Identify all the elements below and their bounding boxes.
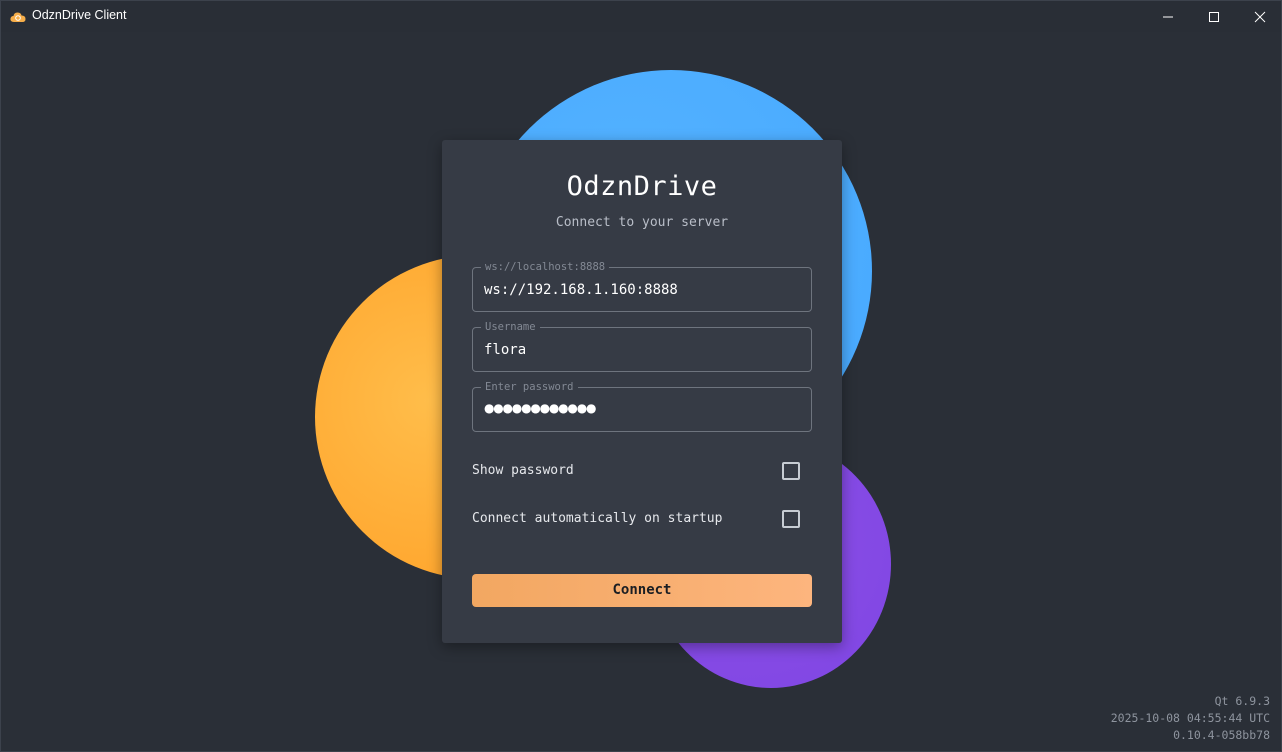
connect-button[interactable]: Connect <box>472 574 812 607</box>
show-password-label: Show password <box>472 463 574 478</box>
password-input[interactable]: ●●●●●●●●●●●● <box>484 401 596 415</box>
auto-connect-checkbox[interactable] <box>782 510 800 528</box>
username-field[interactable]: Username <box>472 320 812 372</box>
username-input[interactable] <box>484 340 802 360</box>
server-url-field[interactable]: ws://localhost:8888 <box>472 260 812 312</box>
minimize-icon <box>1163 16 1173 17</box>
username-label: Username <box>481 320 540 334</box>
login-title: OdznDrive <box>566 171 718 202</box>
server-url-label: ws://localhost:8888 <box>481 260 610 274</box>
show-password-checkbox[interactable] <box>782 462 800 480</box>
password-field[interactable]: Enter password ●●●●●●●●●●●● <box>472 380 812 432</box>
maximize-button[interactable] <box>1191 1 1237 32</box>
build-date-text: 2025-10-08 04:55:44 UTC <box>1110 711 1270 725</box>
maximize-icon <box>1209 11 1219 22</box>
cloud-icon <box>10 9 26 23</box>
window-title: OdznDrive Client <box>32 8 127 22</box>
auto-connect-label: Connect automatically on startup <box>472 511 723 526</box>
qt-version-text: Qt 6.9.3 <box>1214 694 1270 708</box>
minimize-button[interactable] <box>1145 1 1191 32</box>
close-button[interactable] <box>1237 1 1281 32</box>
password-label: Enter password <box>481 380 578 394</box>
build-version-text: 0.10.4-058bb78 <box>1173 728 1270 742</box>
app-window: OdznDrive Client OdznDrive Connect to yo… <box>0 0 1282 752</box>
close-icon <box>1254 11 1266 22</box>
title-bar[interactable]: OdznDrive Client <box>1 1 1281 32</box>
login-subtitle: Connect to your server <box>555 215 729 230</box>
server-url-input[interactable] <box>484 280 802 300</box>
